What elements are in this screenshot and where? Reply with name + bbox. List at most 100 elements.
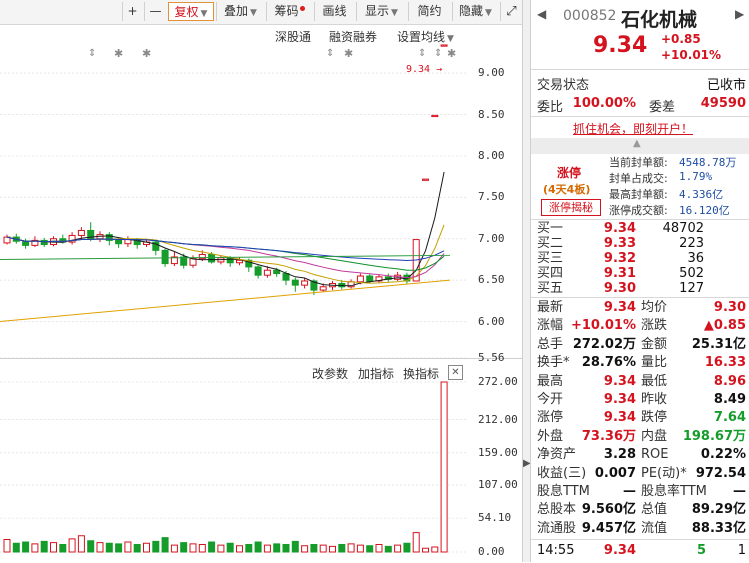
- zoom-in-button[interactable]: +: [122, 2, 142, 21]
- volume-bar[interactable]: [263, 544, 271, 553]
- volume-bar[interactable]: [338, 544, 346, 553]
- stat-value: ▲0.85: [703, 318, 746, 334]
- volume-bar[interactable]: [59, 544, 67, 553]
- volume-bar[interactable]: [375, 544, 383, 553]
- volume-bar[interactable]: [180, 542, 188, 553]
- candle[interactable]: [375, 274, 383, 283]
- candle-body: [366, 275, 374, 282]
- chip-button[interactable]: 筹码: [266, 2, 312, 21]
- candle[interactable]: [87, 222, 95, 242]
- candle[interactable]: [291, 277, 299, 292]
- volume-bar[interactable]: [356, 544, 364, 553]
- volume-bar[interactable]: [3, 539, 11, 553]
- candle[interactable]: [170, 252, 178, 267]
- bid-level-label: 买四: [537, 266, 564, 281]
- volume-bar[interactable]: [143, 542, 150, 553]
- volume-bar[interactable]: [273, 543, 281, 553]
- volume-bar[interactable]: [384, 545, 392, 553]
- bid-row: 买二 9.33 223: [537, 236, 746, 251]
- restore-rights-button[interactable]: 复权 ▼: [168, 2, 214, 21]
- volume-bar[interactable]: [198, 544, 206, 553]
- forward-arrow-icon[interactable]: ▶: [735, 7, 744, 21]
- candlestick-chart[interactable]: [0, 40, 466, 360]
- volume-bar[interactable]: [208, 541, 216, 553]
- close-icon[interactable]: ✕: [448, 365, 463, 380]
- volume-bar[interactable]: [301, 545, 309, 553]
- candle[interactable]: [440, 44, 448, 47]
- volume-bar[interactable]: [77, 535, 85, 553]
- candle[interactable]: [3, 234, 11, 245]
- candle[interactable]: [124, 236, 132, 248]
- volume-bar[interactable]: [31, 543, 39, 553]
- volume-bar[interactable]: [22, 541, 30, 553]
- chevron-up-icon[interactable]: ▲: [633, 138, 641, 149]
- volume-bar[interactable]: [105, 542, 113, 553]
- volume-bar[interactable]: [12, 542, 20, 553]
- chevron-down-icon: ▼: [485, 8, 492, 18]
- stat-value: 7.64: [713, 410, 746, 426]
- volume-bar[interactable]: [161, 537, 169, 553]
- volume-bar[interactable]: [422, 547, 429, 553]
- limit-up-item-value: 4.336亿: [679, 188, 724, 201]
- fullscreen-icon[interactable]: ⤢: [500, 2, 522, 21]
- volume-chart[interactable]: [0, 380, 466, 560]
- volume-bar[interactable]: [412, 532, 420, 553]
- hide-button[interactable]: 隐藏 ▼: [452, 2, 498, 21]
- candle[interactable]: [347, 279, 355, 289]
- volume-bar[interactable]: [68, 538, 76, 553]
- limit-up-reveal-button[interactable]: 涨停揭秘: [541, 199, 601, 216]
- volume-bar[interactable]: [394, 544, 402, 553]
- volume-bar[interactable]: [366, 545, 374, 553]
- price-axis-label: 6.00: [478, 314, 505, 328]
- bid-level-label: 买一: [537, 221, 564, 236]
- overlay-button[interactable]: 叠加 ▼: [216, 2, 264, 21]
- volume-bar[interactable]: [50, 542, 57, 553]
- candle[interactable]: [301, 278, 309, 289]
- volume-bar[interactable]: [189, 543, 197, 553]
- candle[interactable]: [40, 237, 48, 248]
- display-button[interactable]: 显示 ▼: [356, 2, 406, 21]
- zoom-out-button[interactable]: —: [144, 2, 166, 21]
- volume-bar[interactable]: [245, 544, 253, 553]
- limit-up-item-label: 封单占成交:: [609, 172, 668, 185]
- stat-value: 9.560亿: [581, 502, 636, 518]
- volume-bar[interactable]: [170, 544, 178, 553]
- volume-bar[interactable]: [282, 544, 290, 553]
- volume-bar[interactable]: [40, 540, 48, 553]
- candle[interactable]: [384, 273, 392, 282]
- volume-bar[interactable]: [440, 381, 448, 553]
- draw-line-button[interactable]: 画线: [314, 2, 354, 21]
- volume-bar[interactable]: [96, 542, 104, 553]
- volume-bar[interactable]: [226, 542, 234, 553]
- volume-bar[interactable]: [329, 545, 336, 553]
- back-arrow-icon[interactable]: ◀: [537, 7, 546, 21]
- candle[interactable]: [236, 256, 243, 266]
- candle[interactable]: [254, 265, 262, 279]
- volume-bar[interactable]: [236, 545, 243, 553]
- volume-bar[interactable]: [254, 541, 262, 553]
- volume-bar[interactable]: [217, 544, 225, 553]
- candle-body: [40, 239, 48, 246]
- candle-body: [263, 269, 271, 276]
- volume-bar[interactable]: [319, 544, 327, 553]
- candle[interactable]: [422, 178, 429, 181]
- volume-bar[interactable]: [431, 546, 439, 553]
- candle[interactable]: [152, 239, 160, 256]
- volume-bar[interactable]: [124, 541, 132, 553]
- volume-bar[interactable]: [403, 542, 411, 553]
- volume-bar[interactable]: [115, 543, 123, 553]
- candle[interactable]: [68, 232, 76, 245]
- bid-volume: 223: [679, 236, 704, 251]
- volume-bar[interactable]: [87, 540, 95, 553]
- volume-bar[interactable]: [310, 544, 318, 553]
- stat-label: 流值: [641, 520, 668, 536]
- stat-label: 涨跌: [641, 318, 668, 334]
- volume-bar[interactable]: [291, 540, 299, 553]
- volume-bar[interactable]: [133, 544, 141, 553]
- volume-bar[interactable]: [347, 543, 355, 553]
- open-account-link[interactable]: 抓住机会，即刻开户！: [573, 120, 693, 137]
- brief-button[interactable]: 简约: [408, 2, 450, 21]
- candle[interactable]: [431, 114, 439, 118]
- stats-row: 最高 9.34 最低 8.96: [537, 373, 746, 391]
- volume-bar[interactable]: [152, 540, 160, 553]
